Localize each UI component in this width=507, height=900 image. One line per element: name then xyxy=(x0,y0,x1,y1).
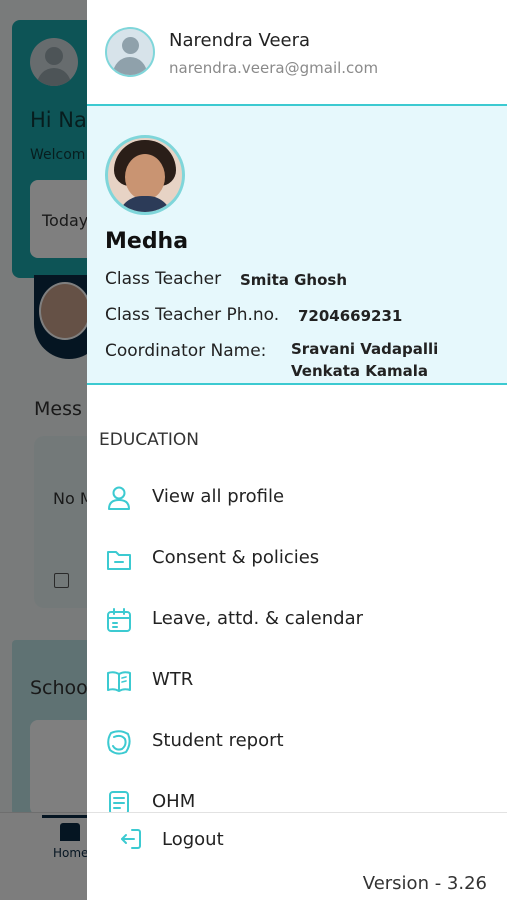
menu-item-wtr[interactable]: WTR xyxy=(87,655,507,705)
menu-label-consent-policies: Consent & policies xyxy=(152,547,320,568)
coordinator-value-line1: Sravani Vadapalli xyxy=(291,340,439,358)
calendar-icon xyxy=(107,608,131,632)
teacher-phone-label: Class Teacher Ph.no. xyxy=(105,305,280,325)
book-icon xyxy=(107,671,131,692)
user-email: narendra.veera@gmail.com xyxy=(169,59,379,77)
menu-item-consent-policies[interactable]: Consent & policies xyxy=(87,533,507,583)
class-teacher-label: Class Teacher xyxy=(105,269,222,289)
menu-item-student-report[interactable]: Student report xyxy=(87,716,507,766)
menu-label-student-report: Student report xyxy=(152,730,284,751)
student-name: Medha xyxy=(105,229,189,254)
folder-icon xyxy=(107,551,131,570)
student-card: Medha Class Teacher Smita Ghosh Class Te… xyxy=(87,104,507,385)
menu-item-view-all-profile[interactable]: View all profile xyxy=(87,472,507,522)
report-icon xyxy=(107,730,131,755)
student-photo xyxy=(105,135,185,215)
menu-label-ohm: OHM xyxy=(152,791,196,812)
logout-label: Logout xyxy=(162,829,224,850)
user-name: Narendra Veera xyxy=(169,30,311,51)
education-section-label: EDUCATION xyxy=(99,430,199,450)
coordinator-label: Coordinator Name: xyxy=(105,341,267,361)
menu-label-view-all-profile: View all profile xyxy=(152,486,285,507)
app-version: Version - 3.26 xyxy=(362,873,487,894)
user-avatar-icon[interactable] xyxy=(105,27,155,77)
logout-icon xyxy=(121,829,141,849)
class-teacher-value: Smita Ghosh xyxy=(240,271,347,289)
profile-icon xyxy=(108,486,130,510)
drawer-footer: Logout Version - 3.26 xyxy=(87,812,507,900)
menu-label-leave-attendance-calendar: Leave, attd. & calendar xyxy=(152,608,364,629)
logout-button[interactable]: Logout xyxy=(87,813,507,863)
menu-item-leave-attendance-calendar[interactable]: Leave, attd. & calendar xyxy=(87,594,507,644)
teacher-phone-value: 7204669231 xyxy=(298,307,403,325)
coordinator-value-line2: Venkata Kamala xyxy=(291,362,429,380)
menu-label-wtr: WTR xyxy=(152,669,194,690)
navigation-drawer: Narendra Veera narendra.veera@gmail.com … xyxy=(87,0,507,900)
